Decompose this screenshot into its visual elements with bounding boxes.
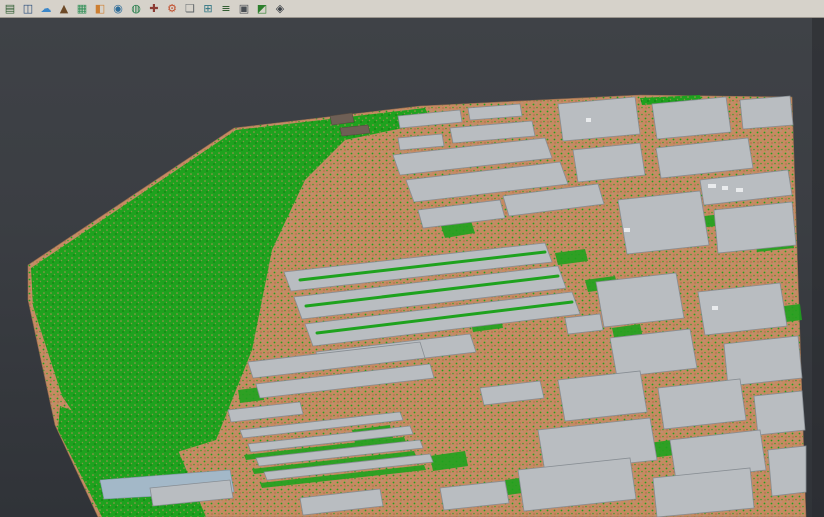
save-icon[interactable]: ◫ [20, 1, 36, 16]
settings-gear-icon[interactable]: ⚙ [164, 1, 180, 16]
layers-icon[interactable]: ≡ [218, 1, 234, 16]
properties-icon[interactable]: ◈ [272, 1, 288, 16]
classify-icon[interactable]: ◩ [254, 1, 270, 16]
palette-icon[interactable]: ◧ [92, 1, 108, 16]
3d-viewport[interactable] [0, 18, 824, 517]
point-cloud-icon[interactable]: ☁ [38, 1, 54, 16]
globe-icon[interactable]: ◍ [128, 1, 144, 16]
toolbar: ▤ ◫ ☁ ▲ ▦ ◧ ◉ ◍ ✚ ⚙ ❏ ⊞ ≡ ▣ ◩ ◈ [0, 0, 824, 18]
application-window: ▤ ◫ ☁ ▲ ▦ ◧ ◉ ◍ ✚ ⚙ ❏ ⊞ ≡ ▣ ◩ ◈ [0, 0, 824, 517]
camera-icon[interactable]: ◉ [110, 1, 126, 16]
grid-icon[interactable]: ⊞ [200, 1, 216, 16]
viewport-right-gutter [812, 18, 824, 517]
open-icon[interactable]: ▤ [2, 1, 18, 16]
texture-icon[interactable]: ▦ [74, 1, 90, 16]
snapshot-icon[interactable]: ▣ [236, 1, 252, 16]
measure-icon[interactable]: ✚ [146, 1, 162, 16]
point-cloud-scene [0, 18, 824, 517]
terrain-icon[interactable]: ▲ [56, 1, 72, 16]
crop-icon[interactable]: ❏ [182, 1, 198, 16]
